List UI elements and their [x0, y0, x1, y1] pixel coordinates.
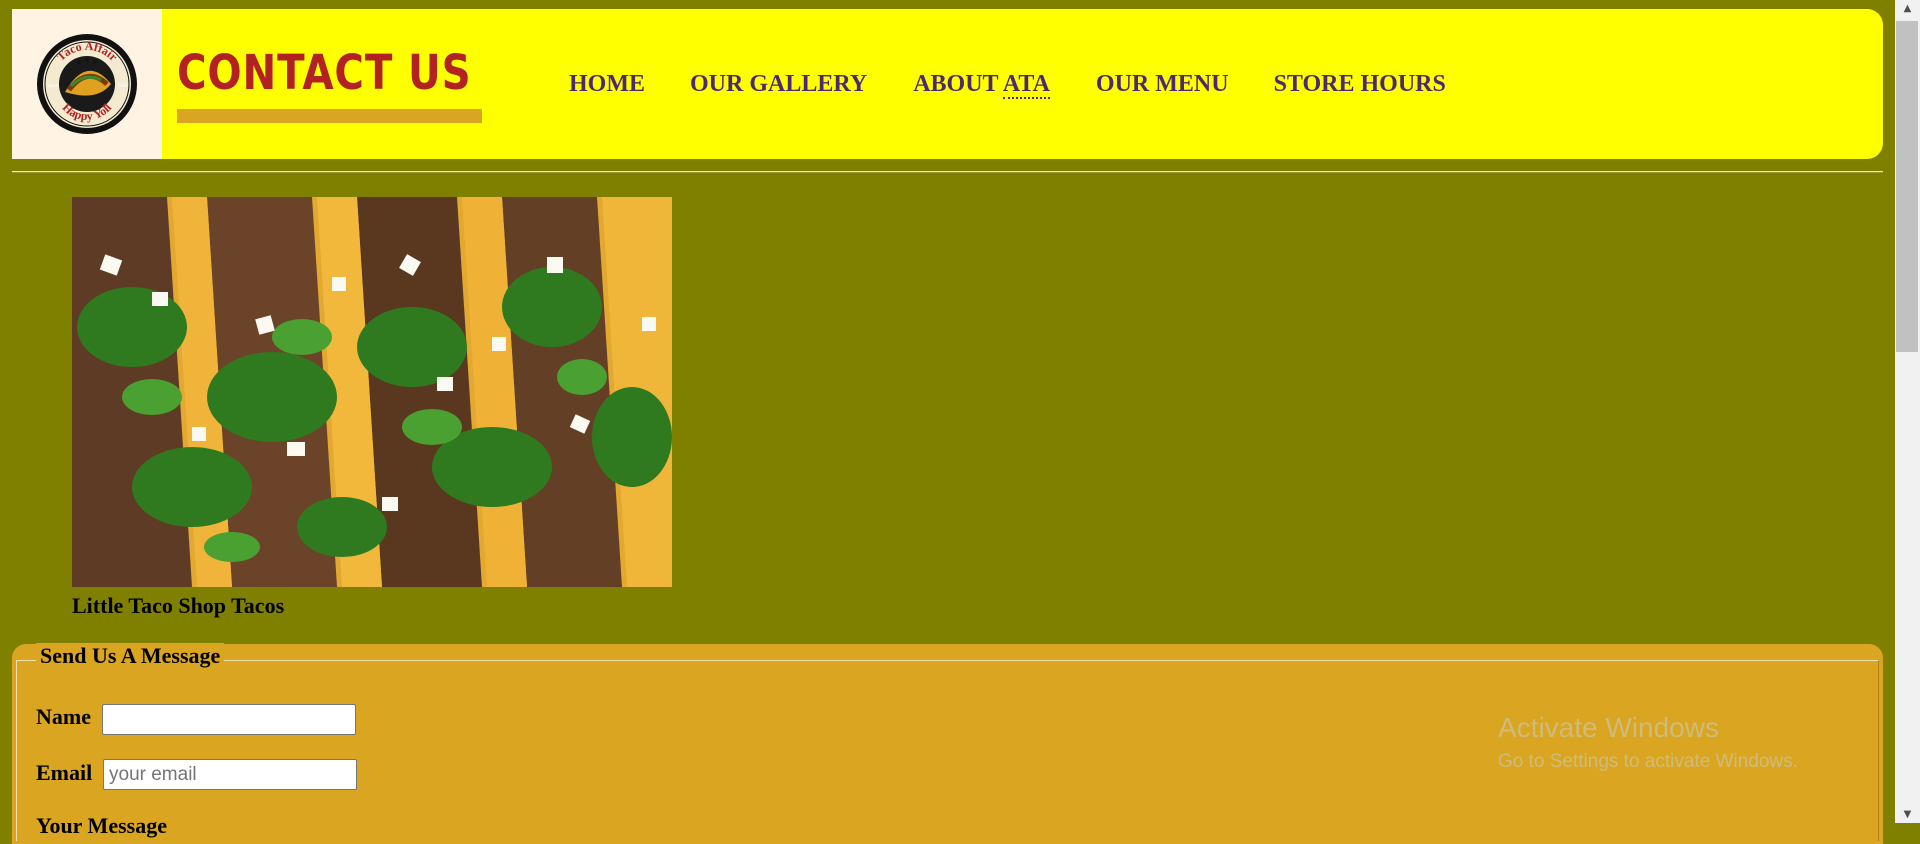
nav-home[interactable]: HOME [569, 71, 645, 98]
nav-our-menu[interactable]: OUR MENU [1096, 71, 1229, 98]
vertical-scrollbar[interactable]: ▲ ▼ [1895, 0, 1920, 823]
name-input[interactable] [102, 704, 356, 735]
nav-ata-abbr: ATA [1002, 71, 1050, 99]
email-input[interactable] [103, 759, 357, 790]
scroll-down-arrow-icon[interactable]: ▼ [1895, 806, 1920, 823]
tacos-photo [72, 197, 672, 587]
main-nav: HOME OUR GALLERY ABOUT ATA OUR MENU STOR… [557, 71, 1446, 99]
scrollbar-thumb[interactable] [1896, 21, 1918, 352]
photo-caption: Little Taco Shop Tacos [72, 593, 285, 618]
nav-about-ata[interactable]: ABOUT ATA [913, 71, 1050, 99]
email-label: Email [36, 760, 93, 785]
activate-windows-subtitle: Go to Settings to activate Windows. [1498, 751, 1798, 772]
scroll-up-arrow-icon[interactable]: ▲ [1895, 0, 1920, 17]
taco-affair-logo-icon: Taco Affair Happy Yoll Since 2005 [37, 34, 137, 134]
page-title: CONTACT US [177, 45, 472, 101]
fieldset-legend: Send Us A Message [36, 643, 225, 669]
logo[interactable]: Taco Affair Happy Yoll Since 2005 [12, 9, 162, 159]
title-underline-bar [177, 109, 482, 123]
logo-left-text: Since [47, 84, 59, 89]
logo-right-text: 2005 [118, 84, 129, 89]
nav-about-label: ABOUT [913, 71, 999, 97]
site-header: Taco Affair Happy Yoll Since 2005 CONTAC… [12, 9, 1883, 159]
name-label: Name [36, 704, 91, 729]
page-title-wrap: CONTACT US [177, 49, 483, 97]
activate-windows-title: Activate Windows [1498, 712, 1719, 743]
nav-store-hours[interactable]: STORE HOURS [1274, 71, 1446, 98]
nav-our-gallery[interactable]: OUR GALLERY [690, 71, 867, 98]
page: Taco Affair Happy Yoll Since 2005 CONTAC… [0, 0, 1895, 844]
header-divider [12, 171, 1883, 173]
message-label: Your Message [36, 813, 167, 838]
